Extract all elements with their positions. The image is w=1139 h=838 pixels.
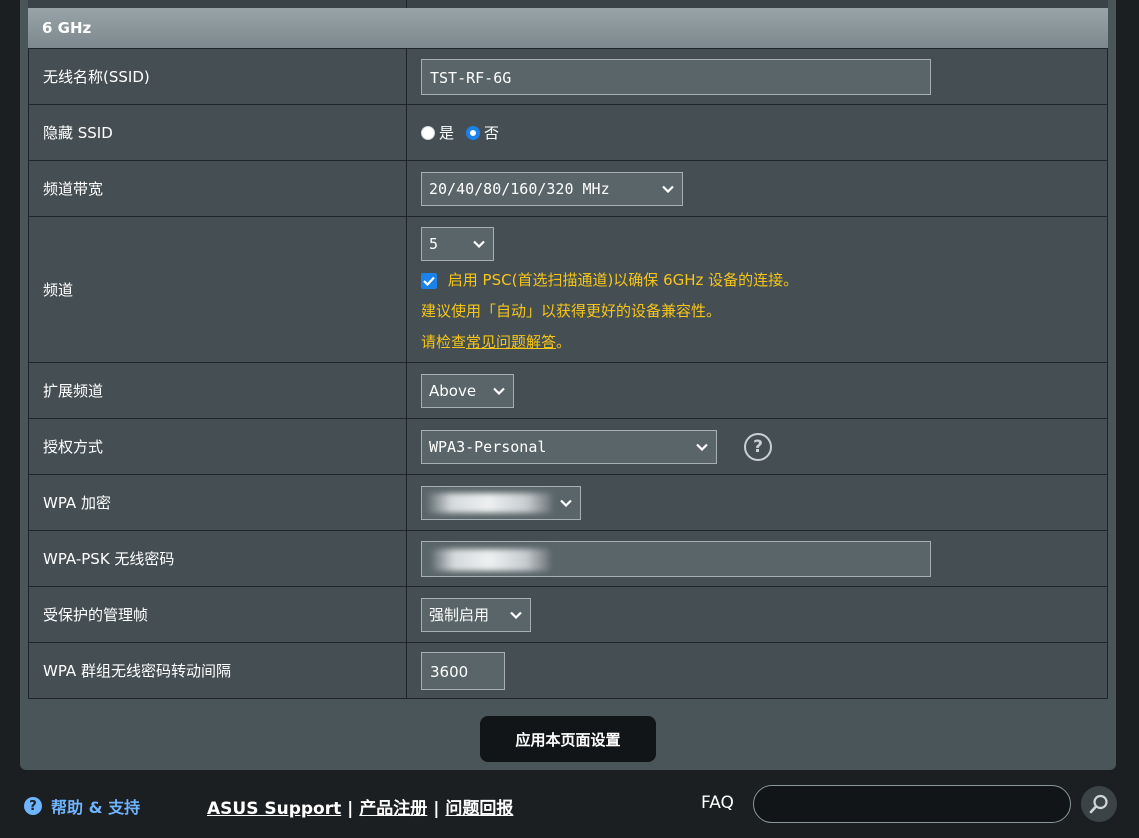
row-wpa-psk: WPA-PSK 无线密码 — [28, 530, 1108, 587]
pmf-value: 强制启用 — [429, 606, 490, 624]
help-icon: ? — [24, 797, 42, 815]
wpa-encryption-label: WPA 加密 — [28, 474, 407, 531]
apply-button[interactable]: 应用本页面设置 — [480, 716, 656, 762]
wireless-settings-table: 无线名称(SSID) TST-RF-6G 隐藏 SSID 是 否 频道带宽 20… — [28, 48, 1108, 699]
faq-suffix: 。 — [556, 333, 572, 351]
channel-advice: 建议使用「自动」以获得更好的设备兼容性。 — [421, 302, 722, 320]
psc-label: 启用 PSC(首选扫描通道)以确保 6GHz 设备的连接。 — [447, 271, 799, 289]
rekey-input[interactable]: 3600 — [421, 651, 505, 690]
auth-select[interactable]: WPA3-Personal — [421, 429, 717, 464]
wpa-encryption-select[interactable] — [421, 485, 581, 520]
check-icon — [423, 276, 435, 286]
faq-label: FAQ — [701, 793, 734, 813]
redacted-value — [426, 492, 552, 513]
bandwidth-label: 频道带宽 — [28, 160, 407, 217]
row-wpa-encryption: WPA 加密 — [28, 474, 1108, 531]
hide-ssid-no-radio[interactable] — [466, 125, 481, 140]
help-support-link[interactable]: ? 帮助 & 支持 — [24, 794, 140, 818]
hide-ssid-yes-radio[interactable] — [421, 125, 435, 140]
hide-ssid-label: 隐藏 SSID — [28, 104, 407, 161]
chevron-down-icon — [510, 611, 522, 619]
row-pmf: 受保护的管理帧 强制启用 — [28, 586, 1108, 643]
ssid-input[interactable]: TST-RF-6G — [421, 58, 931, 95]
bandwidth-select[interactable]: 20/40/80/160/320 MHz — [421, 171, 683, 206]
search-button[interactable] — [1081, 786, 1117, 822]
row-rekey: WPA 群组无线密码转动间隔 3600 — [28, 642, 1108, 699]
faq-hint: 请检查常见问题解答。 — [421, 331, 1106, 352]
auth-label: 授权方式 — [28, 418, 407, 475]
row-ssid: 无线名称(SSID) TST-RF-6G — [28, 48, 1108, 105]
channel-value: 5 — [429, 235, 439, 253]
help-support-label: 帮助 & 支持 — [51, 798, 141, 817]
row-auth: 授权方式 WPA3-Personal ? — [28, 418, 1108, 475]
link-separator: | — [347, 799, 354, 819]
wpa-psk-label: WPA-PSK 无线密码 — [28, 530, 407, 587]
pmf-label: 受保护的管理帧 — [28, 586, 407, 643]
redacted-password — [430, 549, 550, 571]
psc-option: 启用 PSC(首选扫描通道)以确保 6GHz 设备的连接。 — [421, 269, 1106, 290]
ext-channel-select[interactable]: Above — [421, 373, 514, 408]
psc-checkbox[interactable] — [421, 272, 437, 289]
chevron-down-icon — [696, 443, 708, 451]
section-header-6ghz: 6 GHz — [28, 8, 1108, 48]
faq-prefix: 请检查 — [421, 333, 467, 351]
settings-panel: 6 GHz 无线名称(SSID) TST-RF-6G 隐藏 SSID 是 否 频… — [20, 0, 1116, 770]
top-strip — [28, 0, 1108, 8]
chevron-down-icon — [473, 240, 485, 248]
ssid-label: 无线名称(SSID) — [28, 48, 407, 105]
bandwidth-value: 20/40/80/160/320 MHz — [429, 179, 610, 198]
pmf-select[interactable]: 强制启用 — [421, 597, 531, 632]
ext-channel-label: 扩展频道 — [28, 362, 407, 419]
row-channel: 频道 5 启用 PSC(首选扫描通道)以确保 6GHz 设备的连接。 建议使用「… — [28, 216, 1108, 363]
row-bandwidth: 频道带宽 20/40/80/160/320 MHz — [28, 160, 1108, 217]
section-title: 6 GHz — [42, 19, 92, 37]
help-icon[interactable]: ? — [744, 432, 773, 461]
hide-ssid-yes-label: 是 — [439, 124, 455, 142]
row-hide-ssid: 隐藏 SSID 是 否 — [28, 104, 1108, 161]
search-icon — [1089, 794, 1108, 814]
rekey-label: WPA 群组无线密码转动间隔 — [28, 642, 407, 699]
channel-select[interactable]: 5 — [421, 227, 494, 261]
hide-ssid-no-label: 否 — [484, 124, 500, 142]
footer-links: ASUS Support | 产品注册 | 问题回报 — [207, 794, 513, 819]
product-registration-link[interactable]: 产品注册 — [359, 799, 427, 819]
chevron-down-icon — [493, 387, 505, 395]
footer: ? 帮助 & 支持 ASUS Support | 产品注册 | 问题回报 FAQ — [0, 770, 1139, 838]
link-separator: | — [433, 799, 440, 819]
row-ext-channel: 扩展频道 Above — [28, 362, 1108, 419]
faq-link[interactable]: 常见问题解答 — [466, 333, 556, 351]
feedback-link[interactable]: 问题回报 — [445, 799, 513, 819]
channel-label: 频道 — [28, 216, 407, 363]
asus-support-link[interactable]: ASUS Support — [207, 799, 341, 819]
chevron-down-icon — [662, 185, 674, 193]
ext-channel-value: Above — [429, 381, 477, 400]
wpa-psk-input[interactable] — [421, 540, 931, 577]
faq-search-input[interactable] — [753, 785, 1071, 823]
auth-value: WPA3-Personal — [429, 437, 547, 456]
chevron-down-icon — [560, 499, 572, 507]
